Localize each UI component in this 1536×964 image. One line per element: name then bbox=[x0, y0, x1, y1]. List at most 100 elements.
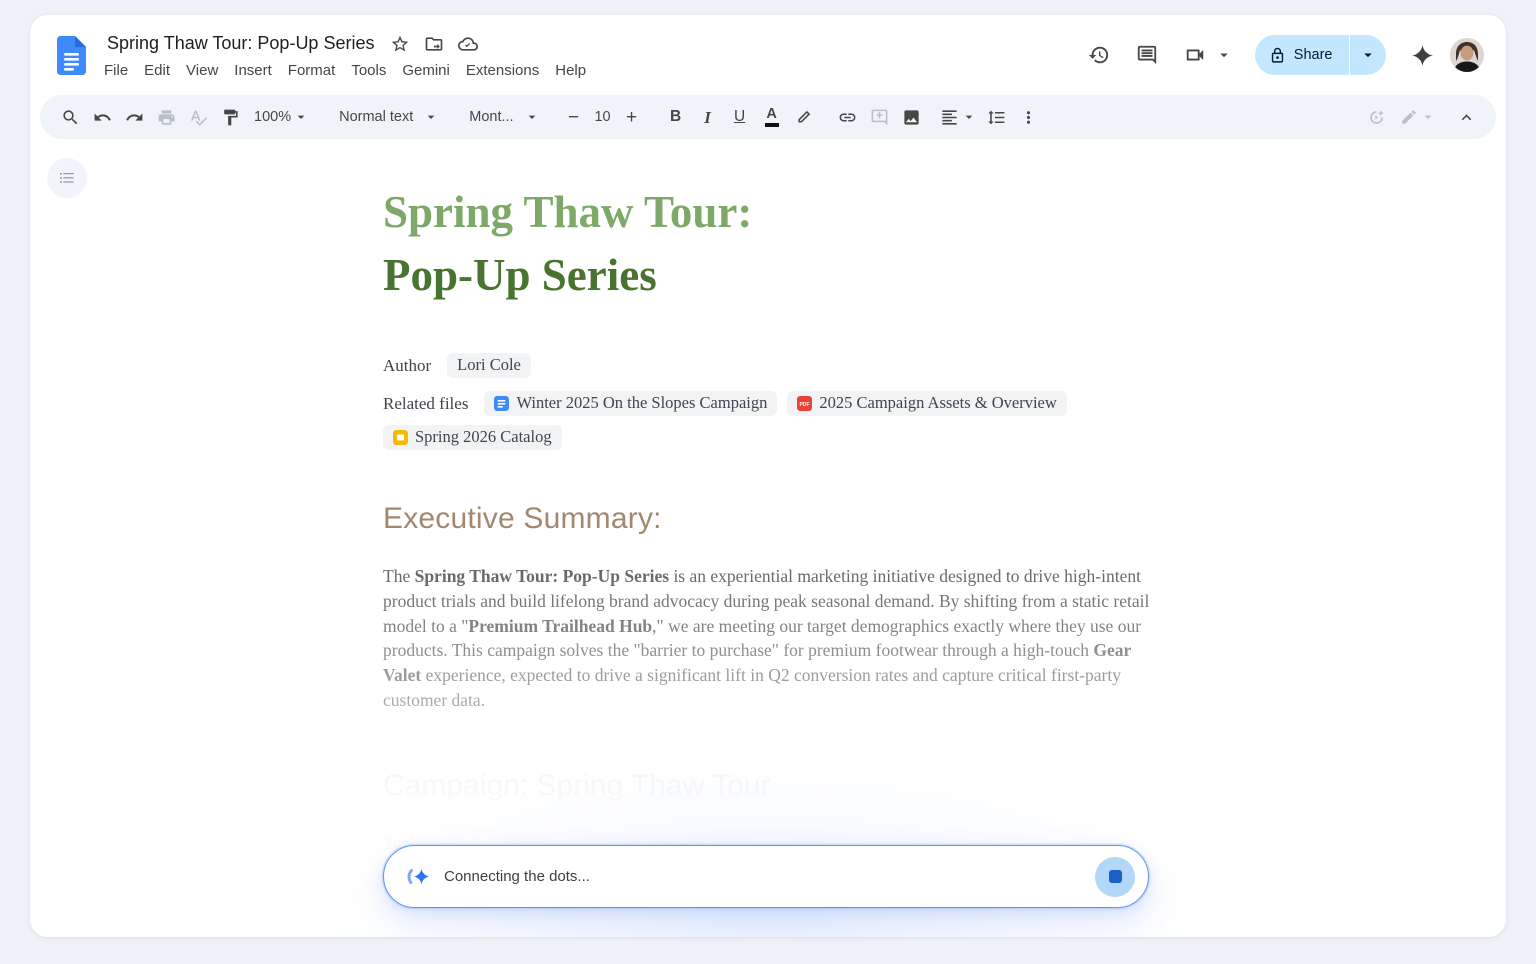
zoom-select[interactable]: 100% bbox=[246, 101, 317, 133]
more-toolbar-options-button[interactable] bbox=[1013, 101, 1045, 133]
menu-tools[interactable]: Tools bbox=[343, 59, 394, 82]
version-history-icon[interactable] bbox=[1079, 35, 1119, 75]
related-file-label: 2025 Campaign Assets & Overview bbox=[819, 393, 1056, 413]
undo-icon bbox=[93, 108, 112, 127]
insert-link-button[interactable] bbox=[832, 101, 864, 133]
align-select[interactable] bbox=[936, 101, 981, 133]
related-file-chip-docs[interactable]: Winter 2025 On the Slopes Campaign bbox=[484, 391, 777, 416]
document-outline-button[interactable] bbox=[47, 158, 87, 198]
redo-button[interactable] bbox=[118, 101, 150, 133]
gemini-sparkle-icon[interactable] bbox=[1402, 35, 1442, 75]
italic-button[interactable]: I bbox=[692, 101, 724, 133]
font-family-value: Mont... bbox=[469, 109, 513, 125]
header: Spring Thaw Tour: Pop-Up Series File Edi… bbox=[30, 15, 1506, 95]
campaign-heading-faded: Campaign: Spring Thaw Tour bbox=[383, 769, 1158, 803]
menu-file[interactable]: File bbox=[96, 59, 136, 82]
google-docs-window: Spring Thaw Tour: Pop-Up Series File Edi… bbox=[30, 15, 1506, 937]
spell-check-button[interactable] bbox=[182, 101, 214, 133]
star-icon[interactable] bbox=[388, 32, 412, 56]
menu-format[interactable]: Format bbox=[280, 59, 344, 82]
related-file-chip-pdf[interactable]: PDF 2025 Campaign Assets & Overview bbox=[787, 391, 1066, 416]
print-button[interactable] bbox=[150, 101, 182, 133]
paint-format-button[interactable] bbox=[214, 101, 246, 133]
account-avatar[interactable] bbox=[1450, 38, 1484, 72]
share-button-group: Share bbox=[1255, 35, 1386, 75]
redo-icon bbox=[125, 108, 144, 127]
insert-image-button[interactable] bbox=[896, 101, 928, 133]
chevron-down-icon bbox=[961, 109, 977, 125]
executive-summary-heading: Executive Summary: bbox=[383, 502, 1158, 536]
menu-gemini[interactable]: Gemini bbox=[394, 59, 458, 82]
font-size-value[interactable]: 10 bbox=[590, 109, 616, 125]
svg-text:PDF: PDF bbox=[800, 402, 810, 408]
refresh-sparkle-icon bbox=[1367, 108, 1386, 127]
refine-sparkle-button[interactable] bbox=[1360, 101, 1392, 133]
related-file-label: Spring 2026 Catalog bbox=[415, 427, 552, 447]
search-menus-button[interactable] bbox=[54, 101, 86, 133]
author-label: Author bbox=[383, 356, 431, 376]
underline-button[interactable]: U bbox=[724, 101, 756, 133]
paragraph-style-select[interactable]: Normal text bbox=[331, 101, 447, 133]
docs-icon bbox=[494, 396, 509, 411]
doc-heading-line2: Pop-Up Series bbox=[383, 250, 657, 300]
video-call-caret-icon bbox=[1215, 46, 1233, 64]
line-spacing-button[interactable] bbox=[981, 101, 1013, 133]
bold-button[interactable]: B bbox=[660, 101, 692, 133]
font-family-select[interactable]: Mont... bbox=[461, 101, 547, 133]
zoom-value: 100% bbox=[254, 109, 291, 125]
related-files-row: Related files Winter 2025 On the Slopes … bbox=[383, 391, 1123, 450]
menu-extensions[interactable]: Extensions bbox=[458, 59, 547, 82]
text-color-button[interactable]: A bbox=[756, 101, 788, 133]
highlighter-icon bbox=[794, 108, 813, 127]
share-button[interactable]: Share bbox=[1255, 35, 1349, 75]
chevron-up-icon bbox=[1457, 108, 1476, 127]
chevron-down-icon bbox=[1420, 109, 1436, 125]
gemini-status-text: Connecting the dots... bbox=[444, 868, 590, 885]
share-dropdown-button[interactable] bbox=[1350, 35, 1386, 75]
hide-menus-button[interactable] bbox=[1450, 101, 1482, 133]
slides-icon bbox=[393, 430, 408, 445]
plus-icon: + bbox=[626, 108, 637, 127]
paint-roller-icon bbox=[221, 108, 240, 127]
text-color-icon: A bbox=[765, 107, 779, 127]
google-docs-logo[interactable] bbox=[57, 36, 86, 75]
doc-heading-line1: Spring Thaw Tour: bbox=[383, 187, 752, 237]
related-file-chip-slides[interactable]: Spring 2026 Catalog bbox=[383, 425, 562, 450]
align-left-icon bbox=[940, 108, 959, 127]
minus-icon: − bbox=[568, 108, 579, 127]
outline-list-icon bbox=[58, 169, 76, 187]
comments-icon[interactable] bbox=[1127, 35, 1167, 75]
increase-font-size-button[interactable]: + bbox=[616, 101, 648, 133]
video-call-icon[interactable] bbox=[1175, 35, 1215, 75]
page-content: Spring Thaw Tour: Pop-Up Series Author L… bbox=[383, 139, 1158, 854]
join-call-control[interactable] bbox=[1175, 35, 1233, 75]
stop-generating-button[interactable] bbox=[1095, 857, 1135, 897]
move-folder-icon[interactable] bbox=[422, 32, 446, 56]
italic-icon: I bbox=[704, 109, 711, 126]
menu-view[interactable]: View bbox=[178, 59, 226, 82]
doc-heading-title: Spring Thaw Tour: Pop-Up Series bbox=[383, 181, 1158, 307]
search-icon bbox=[61, 108, 80, 127]
editing-mode-select[interactable] bbox=[1396, 101, 1440, 133]
document-canvas: Spring Thaw Tour: Pop-Up Series Author L… bbox=[30, 139, 1506, 937]
toolbar-right bbox=[1360, 101, 1482, 133]
menu-edit[interactable]: Edit bbox=[136, 59, 178, 82]
print-icon bbox=[157, 108, 176, 127]
cloud-saved-icon[interactable] bbox=[456, 32, 480, 56]
author-row: Author Lori Cole bbox=[383, 353, 1158, 378]
author-chip[interactable]: Lori Cole bbox=[447, 353, 531, 378]
menu-help[interactable]: Help bbox=[547, 59, 594, 82]
menu-insert[interactable]: Insert bbox=[226, 59, 280, 82]
decrease-font-size-button[interactable]: − bbox=[558, 101, 590, 133]
paragraph-style-value: Normal text bbox=[339, 109, 413, 125]
line-spacing-icon bbox=[987, 108, 1006, 127]
lock-icon bbox=[1269, 47, 1286, 64]
undo-button[interactable] bbox=[86, 101, 118, 133]
image-icon bbox=[902, 108, 921, 127]
add-comment-button[interactable] bbox=[864, 101, 896, 133]
document-title[interactable]: Spring Thaw Tour: Pop-Up Series bbox=[103, 31, 378, 56]
highlight-color-button[interactable] bbox=[788, 101, 820, 133]
pdf-icon: PDF bbox=[797, 396, 812, 411]
title-row: Spring Thaw Tour: Pop-Up Series bbox=[103, 31, 480, 56]
executive-summary-paragraph: The Spring Thaw Tour: Pop-Up Series is a… bbox=[383, 564, 1158, 713]
